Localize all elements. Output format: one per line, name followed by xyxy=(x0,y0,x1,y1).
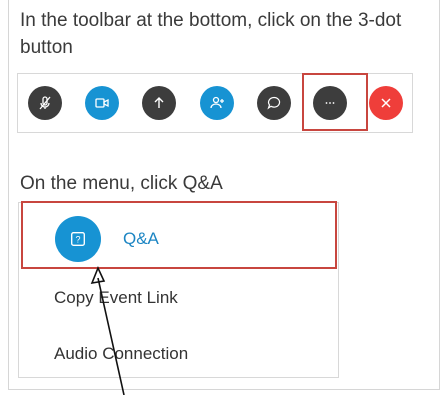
participants-button[interactable] xyxy=(200,86,234,120)
instruction-step-1: In the toolbar at the bottom, click on t… xyxy=(20,10,402,58)
video-button[interactable] xyxy=(85,86,119,120)
leave-button[interactable] xyxy=(369,86,403,120)
chat-button[interactable] xyxy=(257,86,291,120)
close-x-icon xyxy=(381,98,391,108)
share-button[interactable] xyxy=(142,86,176,120)
video-camera-icon xyxy=(95,98,109,108)
qa-item-highlight xyxy=(21,201,337,269)
mute-button[interactable] xyxy=(28,86,62,120)
microphone-off-icon xyxy=(39,96,51,110)
upload-arrow-icon xyxy=(154,97,164,108)
menu-item-audio-connection[interactable]: Audio Connection xyxy=(54,344,188,364)
add-person-icon xyxy=(210,96,224,109)
instruction-step-2: On the menu, click Q&A xyxy=(20,173,223,194)
menu-item-copy-event-link[interactable]: Copy Event Link xyxy=(54,288,178,308)
more-button-highlight xyxy=(302,73,368,131)
chat-bubble-icon xyxy=(267,96,281,110)
